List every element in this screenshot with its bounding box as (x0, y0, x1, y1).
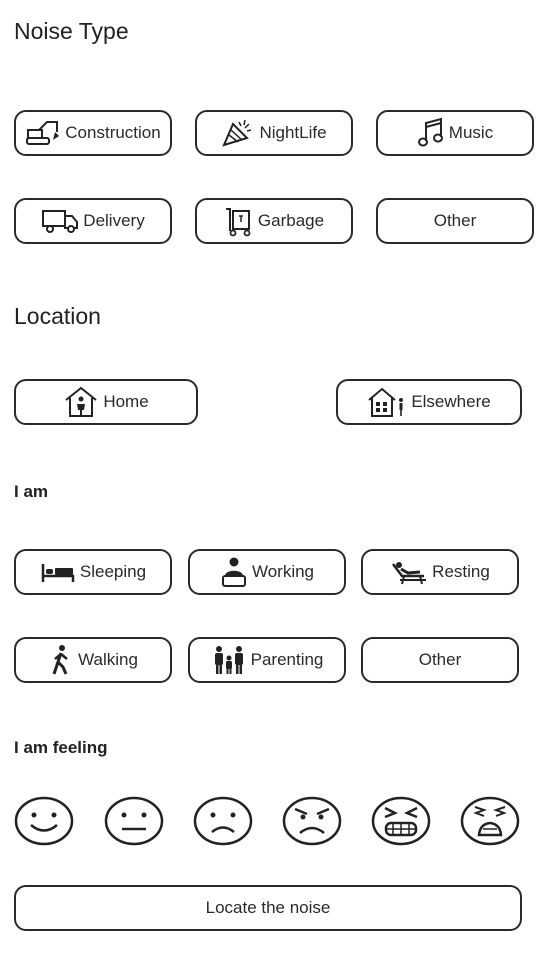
activity-other-label: Other (418, 650, 462, 669)
parenting-label: Parenting (250, 650, 324, 669)
resting-button[interactable]: Resting (361, 549, 519, 595)
party-popper-icon (221, 118, 255, 148)
home-button[interactable]: Home (14, 379, 198, 425)
noise-other-label: Other (433, 211, 477, 230)
elsewhere-label: Elsewhere (411, 392, 491, 411)
neutral-face-icon[interactable] (104, 795, 164, 847)
distressed-face-icon[interactable] (460, 795, 520, 847)
locate-noise-button[interactable]: Locate the noise (14, 885, 522, 931)
parenting-button[interactable]: Parenting (188, 637, 346, 683)
recliner-icon (390, 558, 428, 586)
bed-icon (40, 560, 76, 584)
music-note-icon (417, 117, 445, 149)
angry-face-icon[interactable] (282, 795, 342, 847)
nightlife-label: NightLife (259, 123, 327, 142)
house-elsewhere-icon (367, 386, 407, 418)
elsewhere-button[interactable]: Elsewhere (336, 379, 522, 425)
nightlife-button[interactable]: NightLife (195, 110, 353, 156)
working-label: Working (251, 562, 315, 581)
delivery-button[interactable]: Delivery (14, 198, 172, 244)
grimacing-face-icon[interactable] (371, 795, 431, 847)
delivery-label: Delivery (83, 211, 145, 230)
activity-other-button[interactable]: Other (361, 637, 519, 683)
walking-button[interactable]: Walking (14, 637, 172, 683)
walking-person-icon (48, 644, 74, 676)
garbage-label: Garbage (257, 211, 325, 230)
location-heading: Location (14, 303, 101, 329)
walking-label: Walking (78, 650, 138, 669)
delivery-truck-icon (41, 207, 79, 235)
garbage-cart-icon (224, 205, 254, 237)
i-am-feeling-heading: I am feeling (14, 738, 108, 757)
desk-worker-icon (220, 556, 248, 588)
noise-type-heading: Noise Type (14, 18, 129, 44)
home-person-icon (63, 386, 99, 418)
resting-label: Resting (432, 562, 490, 581)
garbage-button[interactable]: Garbage (195, 198, 353, 244)
noise-other-button[interactable]: Other (376, 198, 534, 244)
sad-face-icon[interactable] (193, 795, 253, 847)
happy-face-icon[interactable] (14, 795, 74, 847)
music-label: Music (448, 123, 494, 142)
i-am-heading: I am (14, 482, 49, 501)
working-button[interactable]: Working (188, 549, 346, 595)
sleeping-label: Sleeping (79, 562, 147, 581)
music-button[interactable]: Music (376, 110, 534, 156)
home-label: Home (103, 392, 149, 411)
construction-label: Construction (65, 123, 161, 142)
family-icon (211, 644, 247, 676)
excavator-icon (25, 118, 61, 148)
construction-button[interactable]: Construction (14, 110, 172, 156)
sleeping-button[interactable]: Sleeping (14, 549, 172, 595)
